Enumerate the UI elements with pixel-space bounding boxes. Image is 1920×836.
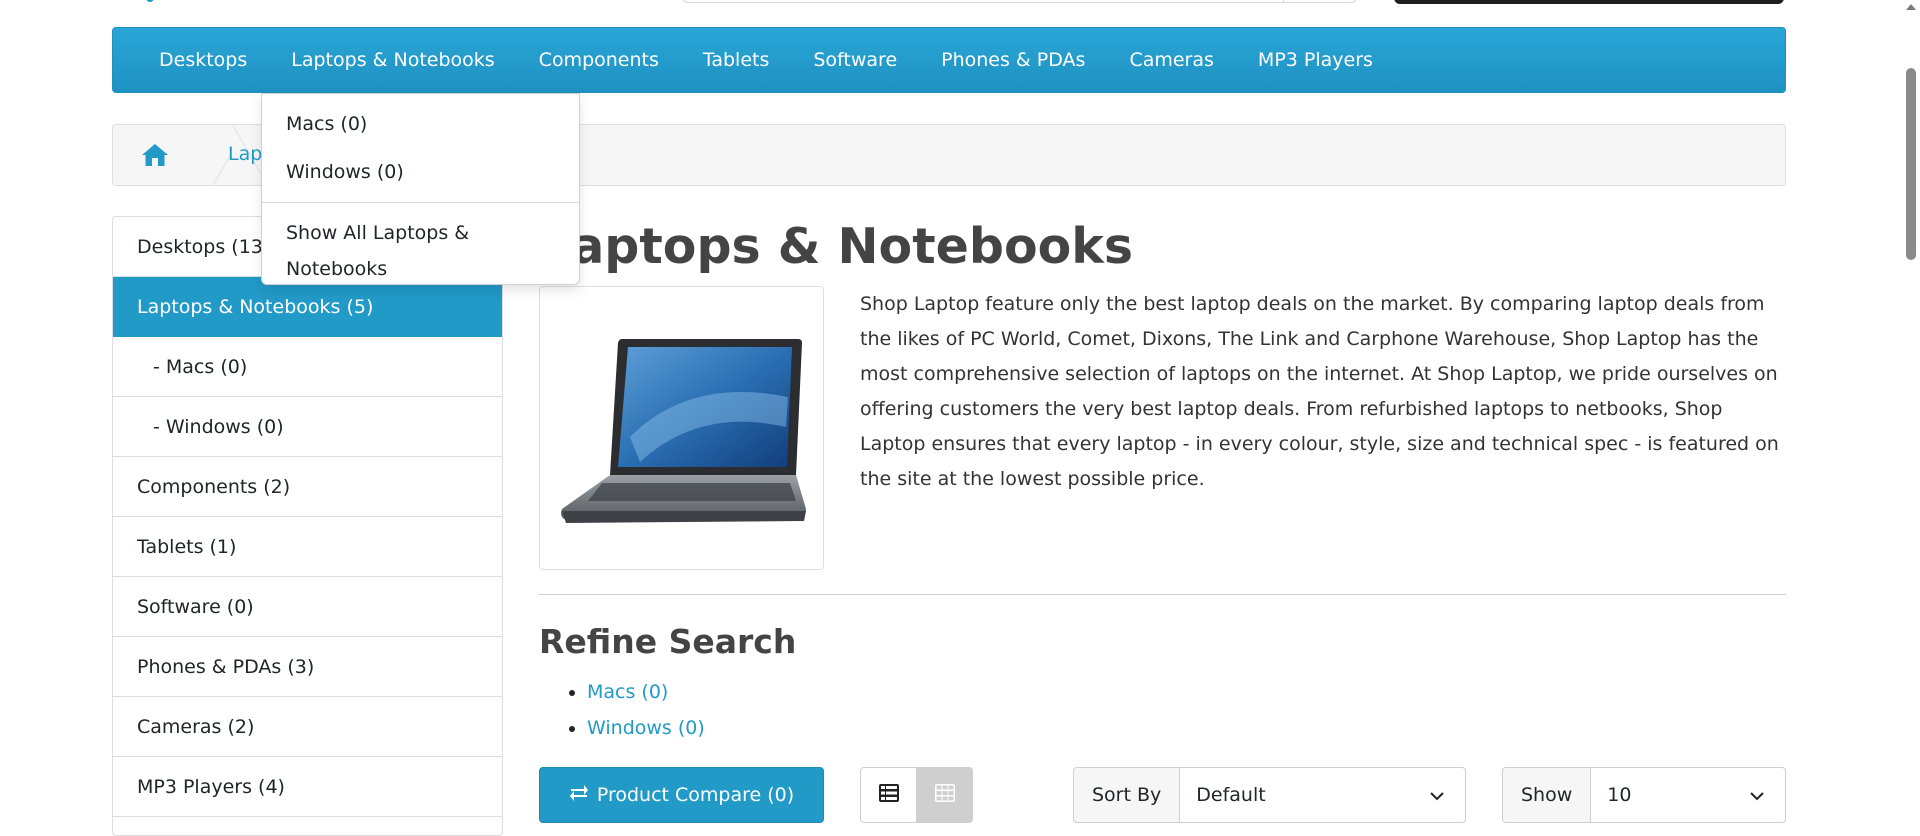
show-label: Show bbox=[1502, 767, 1592, 823]
list-item: Macs (0) bbox=[587, 674, 705, 710]
cart-button[interactable] bbox=[1394, 0, 1784, 4]
sidebar-item-software[interactable]: Software (0) bbox=[113, 577, 502, 637]
sidebar-item-windows[interactable]: - Windows (0) bbox=[113, 397, 502, 457]
scrollbar[interactable] bbox=[1903, 0, 1920, 812]
refine-link-macs[interactable]: Macs (0) bbox=[587, 681, 668, 703]
sort-by-value: Default bbox=[1196, 784, 1266, 806]
list-view-button[interactable] bbox=[860, 767, 917, 823]
list-item: Windows (0) bbox=[587, 710, 705, 746]
grid-icon bbox=[934, 783, 955, 807]
list-icon bbox=[878, 783, 899, 807]
laptops-dropdown-menu: Macs (0) Windows (0) Show All Laptops & … bbox=[261, 93, 580, 285]
show-limit-select[interactable]: 10 bbox=[1591, 767, 1786, 823]
dropdown-item-windows[interactable]: Windows (0) bbox=[262, 154, 579, 202]
menu-item-laptops-notebooks[interactable]: Laptops & Notebooks bbox=[269, 27, 516, 93]
refine-search-title: Refine Search bbox=[539, 622, 797, 661]
laptop-image bbox=[561, 339, 806, 523]
category-description: Shop Laptop feature only the best laptop… bbox=[860, 293, 1779, 490]
sort-by-select[interactable]: Default bbox=[1180, 767, 1466, 823]
menu-item-components[interactable]: Components bbox=[517, 27, 681, 93]
category-image bbox=[539, 286, 824, 570]
main-menu: Desktops Laptops & Notebooks Components … bbox=[112, 27, 1786, 93]
chevron-down-icon bbox=[1750, 792, 1764, 801]
dropdown-show-all[interactable]: Show All Laptops & Notebooks bbox=[262, 215, 579, 280]
product-compare-label: Product Compare (0) bbox=[596, 784, 795, 806]
refine-search-list: Macs (0) Windows (0) bbox=[565, 674, 705, 746]
sidebar-item-mp3-players[interactable]: MP3 Players (4) bbox=[113, 757, 502, 817]
dropdown-item-macs[interactable]: Macs (0) bbox=[262, 106, 579, 154]
menu-item-cameras[interactable]: Cameras bbox=[1107, 27, 1235, 93]
home-icon[interactable] bbox=[141, 142, 169, 168]
menu-item-mp3-players[interactable]: MP3 Players bbox=[1236, 27, 1395, 93]
sidebar-item-cameras[interactable]: Cameras (2) bbox=[113, 697, 502, 757]
sidebar-item-tablets[interactable]: Tablets (1) bbox=[113, 517, 502, 577]
page-title: Laptops & Notebooks bbox=[540, 218, 1134, 275]
product-compare-button[interactable]: Product Compare (0) bbox=[539, 767, 824, 823]
menu-item-tablets[interactable]: Tablets bbox=[681, 27, 791, 93]
sort-by-label: Sort By bbox=[1073, 767, 1181, 823]
grid-view-button[interactable] bbox=[916, 767, 973, 823]
category-sidebar: Desktops (13) Laptops & Notebooks (5) - … bbox=[112, 216, 503, 836]
refine-link-windows[interactable]: Windows (0) bbox=[587, 717, 705, 739]
sidebar-item-macs[interactable]: - Macs (0) bbox=[113, 337, 502, 397]
chevron-down-icon bbox=[1430, 792, 1444, 801]
sidebar-item-phones-pdas[interactable]: Phones & PDAs (3) bbox=[113, 637, 502, 697]
divider bbox=[539, 594, 1786, 595]
menu-item-desktops[interactable]: Desktops bbox=[137, 27, 269, 93]
logo[interactable] bbox=[146, 0, 154, 2]
search-button[interactable] bbox=[1283, 0, 1357, 3]
menu-item-phones-pdas[interactable]: Phones & PDAs bbox=[919, 27, 1107, 93]
scroll-up-arrow-icon[interactable] bbox=[1906, 4, 1916, 10]
show-limit-control: Show 10 bbox=[1502, 767, 1786, 823]
exchange-icon bbox=[569, 783, 589, 808]
dropdown-divider bbox=[262, 202, 579, 203]
sort-by-control: Sort By Default bbox=[1073, 767, 1466, 823]
menu-item-software[interactable]: Software bbox=[791, 27, 919, 93]
show-limit-value: 10 bbox=[1607, 784, 1632, 806]
scrollbar-thumb[interactable] bbox=[1906, 68, 1916, 260]
sidebar-item-components[interactable]: Components (2) bbox=[113, 457, 502, 517]
search-input[interactable] bbox=[682, 0, 1357, 3]
